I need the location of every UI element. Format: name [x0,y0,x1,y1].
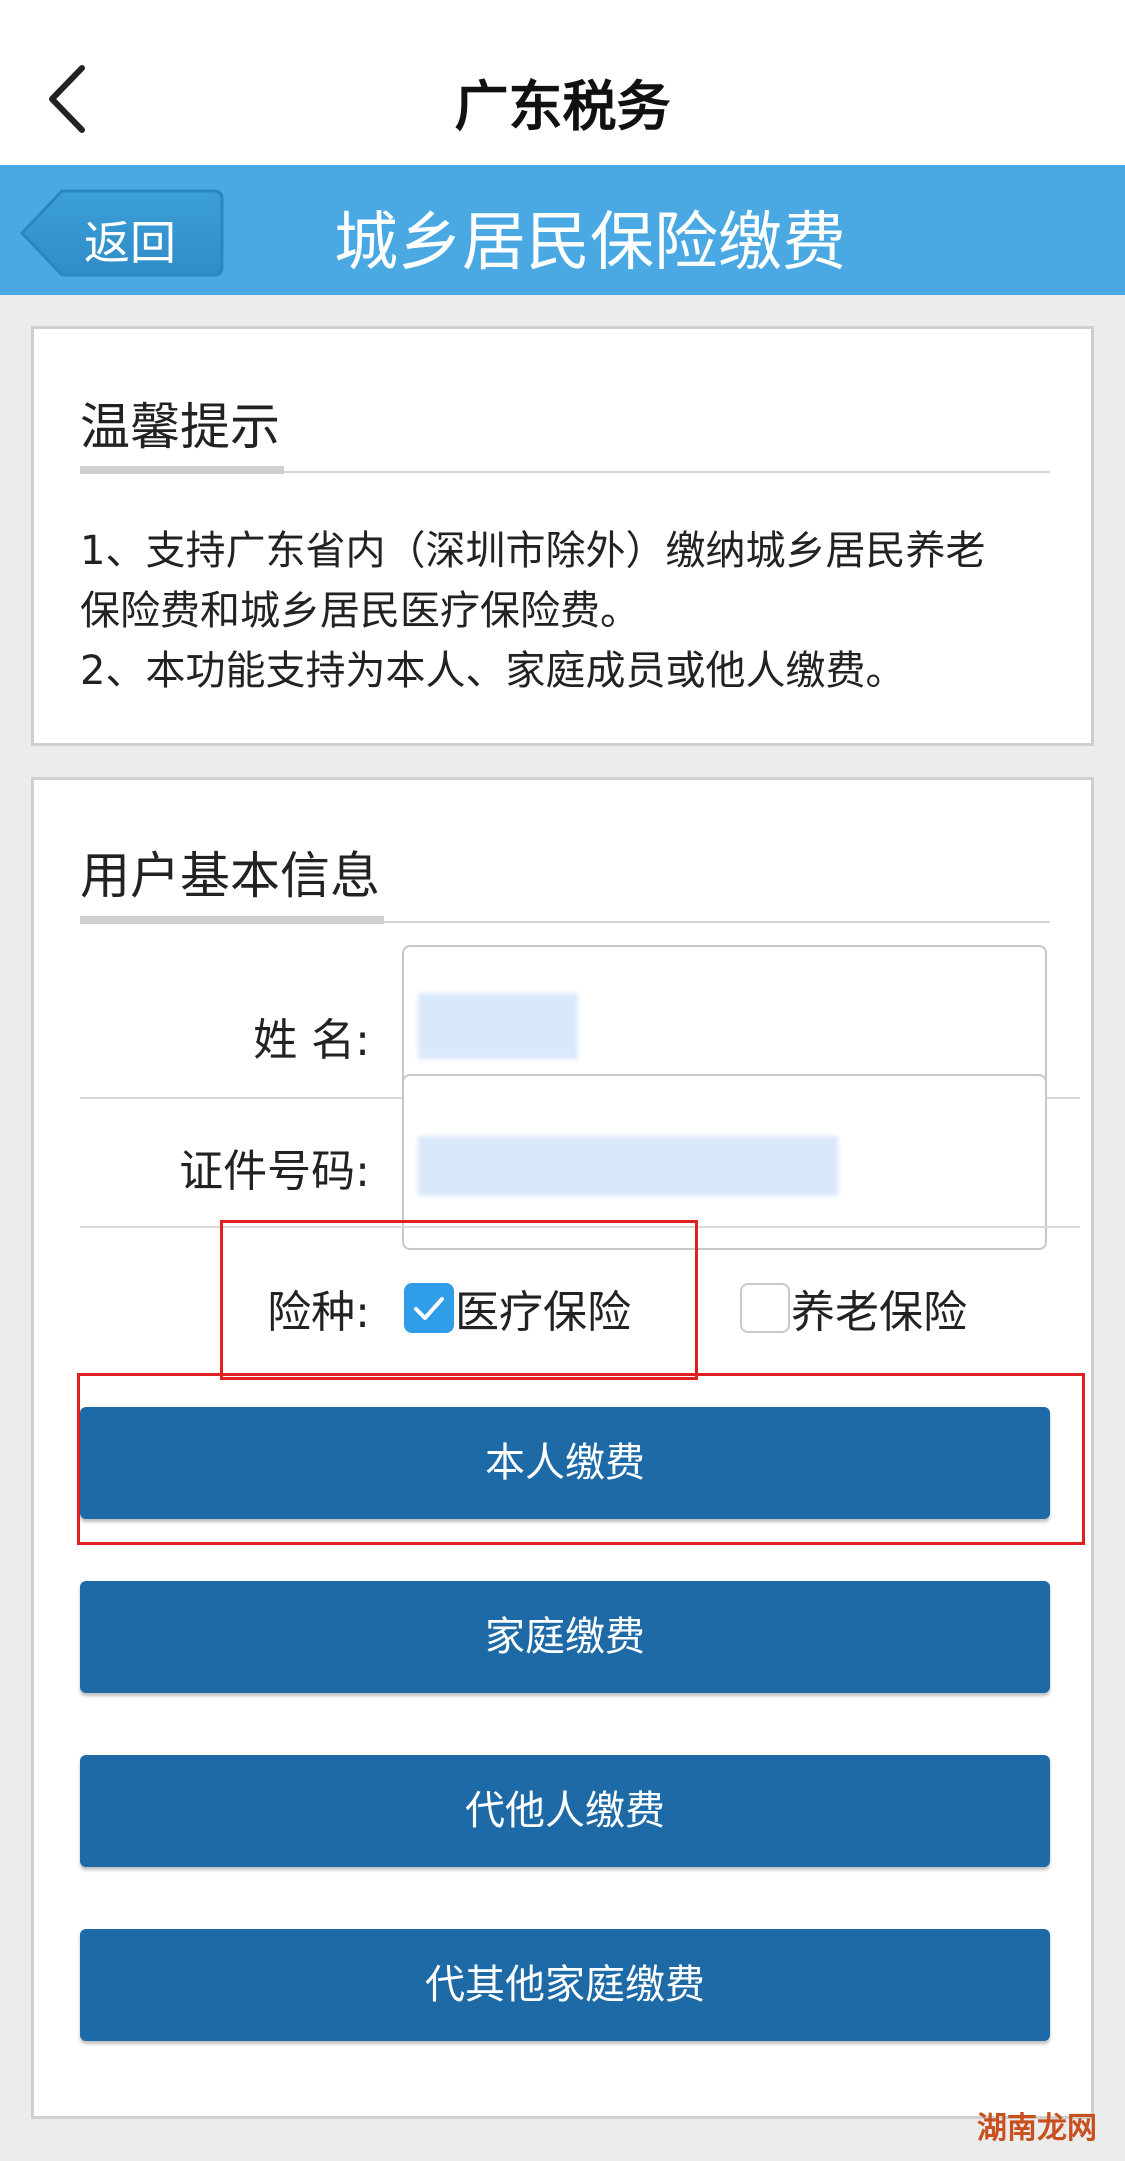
others-pay-button[interactable]: 代他人缴费 [80,1755,1050,1867]
user-info-heading-underline [80,916,384,924]
tips-heading-underline [80,466,284,474]
family-pay-button[interactable]: 家庭缴费 [80,1581,1050,1693]
page-header: 返回 城乡居民保险缴费 [0,165,1125,295]
back-button-label: 返回 [84,216,176,270]
tips-heading: 温馨提示 [80,398,280,456]
tip-line-2: 保险费和城乡居民医疗保险费。 [80,588,640,634]
id-number-label: 证件号码: [179,1146,370,1197]
pension-insurance-checkbox[interactable] [740,1283,790,1333]
top-bar: 广东税务 [0,0,1125,165]
watermark: 湖南龙网 [977,2111,1097,2146]
self-pay-highlight-box [77,1373,1085,1545]
pension-insurance-label[interactable]: 养老保险 [791,1276,967,1340]
tip-line-1: 1、支持广东省内（深圳市除外）缴纳城乡居民养老 [80,528,986,574]
back-button[interactable]: 返回 [18,187,226,279]
name-redacted [418,993,578,1059]
tips-card: 温馨提示 1、支持广东省内（深圳市除外）缴纳城乡居民养老 保险费和城乡居民医疗保… [31,326,1094,746]
name-label: 姓 名: [253,1015,370,1066]
tip-line-3: 2、本功能支持为本人、家庭成员或他人缴费。 [80,648,906,694]
user-info-card: 用户基本信息 姓 名: 证件号码: 险种: 医疗保险 养老保险 本人缴费 家庭缴… [31,777,1094,2119]
user-info-heading: 用户基本信息 [80,847,380,905]
insurance-highlight-box [220,1220,698,1380]
app-title: 广东税务 [454,75,671,138]
page-title: 城乡居民保险缴费 [334,206,846,280]
other-family-pay-button[interactable]: 代其他家庭缴费 [80,1929,1050,2041]
id-number-redacted [418,1136,838,1196]
